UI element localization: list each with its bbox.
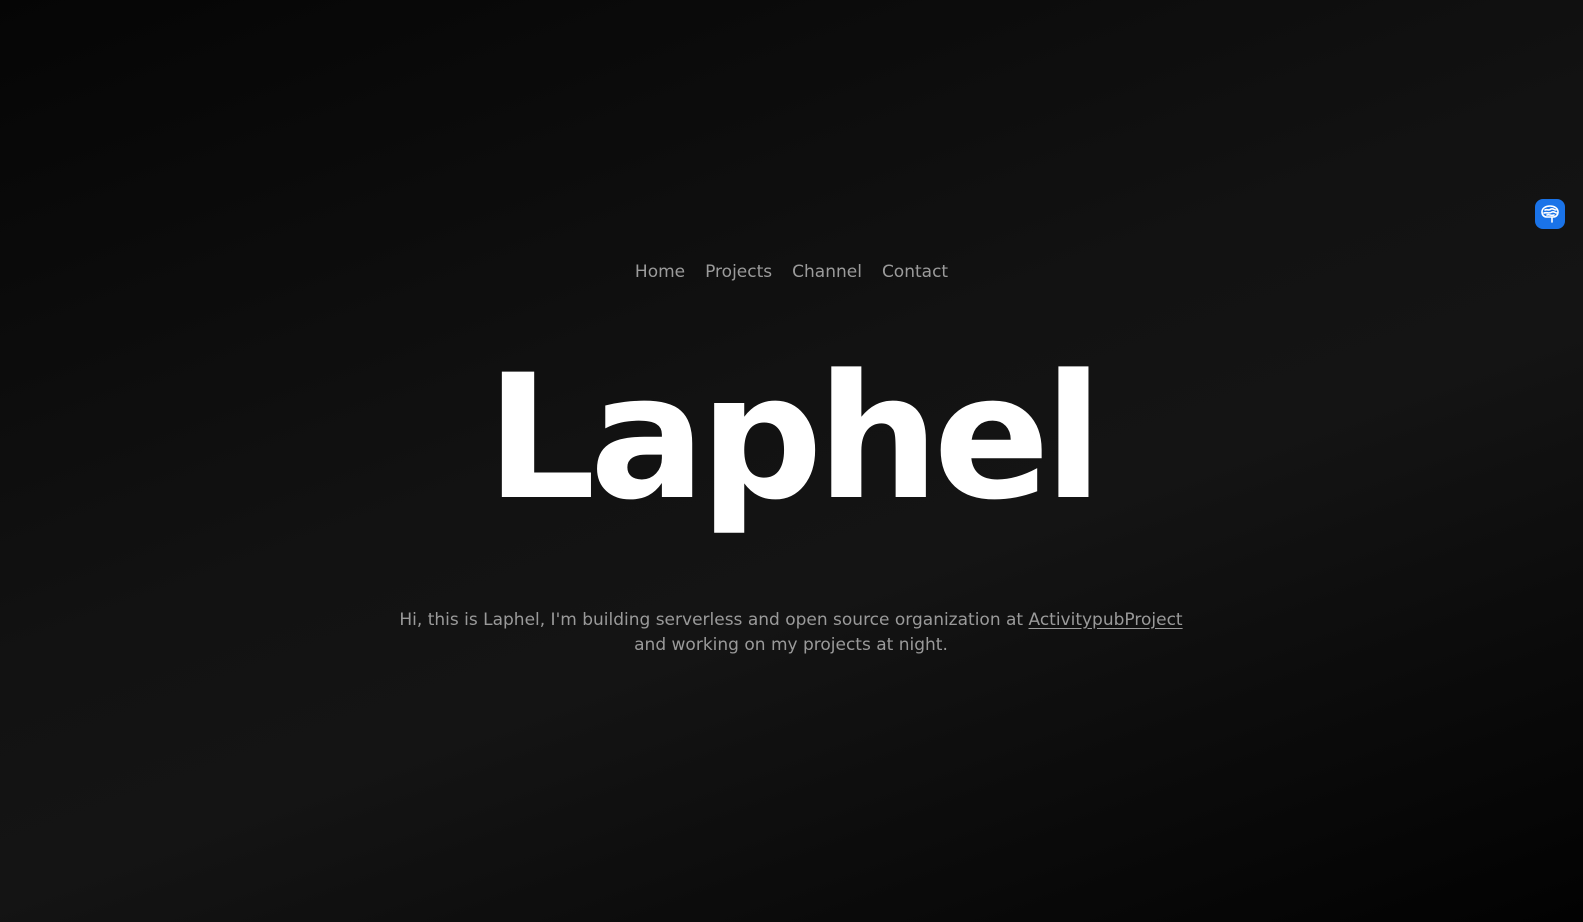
- main-nav: Home Projects Channel Contact: [0, 262, 1583, 282]
- nav-projects-link[interactable]: Projects: [705, 262, 772, 282]
- intro-text-after: and working on my projects at night.: [634, 635, 948, 655]
- site-logo-title: Laphel: [486, 337, 1103, 538]
- intro-text: Hi, this is Laphel, I'm building serverl…: [391, 608, 1191, 658]
- brain-icon: [1539, 203, 1561, 225]
- intro-text-before: Hi, this is Laphel, I'm building serverl…: [399, 610, 1029, 630]
- nav-home-link[interactable]: Home: [635, 262, 685, 282]
- browser-extension-button[interactable]: [1535, 199, 1565, 229]
- activitypub-project-link[interactable]: ActivitypubProject: [1028, 610, 1182, 630]
- nav-channel-link[interactable]: Channel: [792, 262, 862, 282]
- nav-contact-link[interactable]: Contact: [882, 262, 948, 282]
